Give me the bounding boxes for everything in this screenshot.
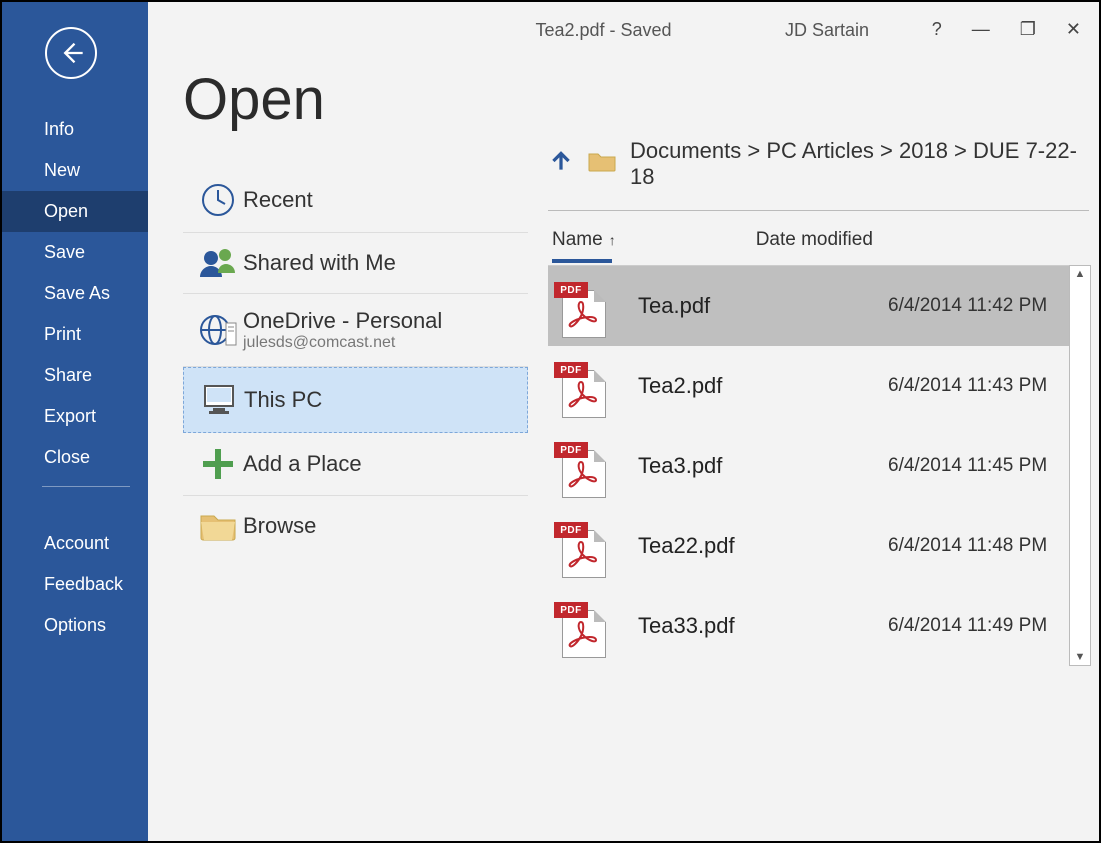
nav-item-new[interactable]: New [2,150,148,191]
location-label: Browse [243,513,316,539]
scroll-down-icon[interactable]: ▼ [1075,649,1086,665]
nav-item-save[interactable]: Save [2,232,148,273]
file-date: 6/4/2014 11:49 PM [888,615,1047,637]
file-row[interactable]: PDF Tea.pdf6/4/2014 11:42 PM [548,266,1089,346]
page-title: Open [183,66,528,133]
pdf-file-icon: PDF [554,436,610,496]
location-label: Add a Place [243,451,362,477]
location-icon [193,247,243,279]
file-name: Tea33.pdf [638,613,888,639]
location-icon [194,382,244,418]
file-date: 6/4/2014 11:43 PM [888,375,1047,397]
location-browse[interactable]: Browse [183,496,528,556]
back-button[interactable] [45,27,97,79]
close-icon[interactable]: ✕ [1066,20,1081,38]
location-this-pc[interactable]: This PC [183,367,528,433]
location-onedrive---personal[interactable]: OneDrive - Personaljulesds@comcast.net [183,294,528,367]
nav-item-feedback[interactable]: Feedback [2,564,148,605]
nav-item-close[interactable]: Close [2,437,148,478]
pdf-file-icon: PDF [554,596,610,656]
sort-asc-icon: ↑ [609,232,616,248]
up-one-level-button[interactable] [548,148,574,180]
document-title: Tea2.pdf - Saved [535,20,671,41]
restore-icon[interactable]: ❐ [1020,20,1036,38]
minimize-icon[interactable]: — [972,20,990,38]
location-icon [193,510,243,542]
location-add-a-place[interactable]: Add a Place [183,433,528,496]
help-icon[interactable]: ? [932,20,942,38]
pdf-file-icon: PDF [554,516,610,576]
pdf-file-icon: PDF [554,356,610,416]
location-shared-with-me[interactable]: Shared with Me [183,233,528,294]
backstage-sidebar: InfoNewOpenSaveSave AsPrintShareExportCl… [2,2,148,841]
location-icon [193,447,243,481]
nav-item-save-as[interactable]: Save As [2,273,148,314]
scroll-up-icon[interactable]: ▲ [1075,266,1086,282]
title-bar: Tea2.pdf - Saved JD Sartain ? — ❐ ✕ [148,12,1099,48]
file-date: 6/4/2014 11:45 PM [888,455,1047,477]
location-label: Shared with Me [243,250,396,276]
breadcrumb-bar: Documents > PC Articles > 2018 > DUE 7-2… [548,138,1089,211]
location-icon [193,182,243,218]
nav-item-info[interactable]: Info [2,109,148,150]
file-row[interactable]: PDF Tea2.pdf6/4/2014 11:43 PM [548,346,1089,426]
column-header-name[interactable]: Name↑ [552,229,616,251]
file-name: Tea.pdf [638,293,888,319]
file-date: 6/4/2014 11:48 PM [888,535,1047,557]
file-date: 6/4/2014 11:42 PM [888,295,1047,317]
breadcrumb-path[interactable]: Documents > PC Articles > 2018 > DUE 7-2… [630,138,1089,190]
file-row[interactable]: PDF Tea33.pdf6/4/2014 11:49 PM [548,586,1089,666]
file-name: Tea22.pdf [638,533,888,559]
nav-item-print[interactable]: Print [2,314,148,355]
nav-item-account[interactable]: Account [2,523,148,564]
file-row[interactable]: PDF Tea22.pdf6/4/2014 11:48 PM [548,506,1089,586]
nav-item-export[interactable]: Export [2,396,148,437]
user-name[interactable]: JD Sartain [785,20,869,41]
file-name: Tea3.pdf [638,453,888,479]
file-row[interactable]: PDF Tea3.pdf6/4/2014 11:45 PM [548,426,1089,506]
sidebar-separator [42,486,130,487]
location-label: OneDrive - Personal [243,308,442,334]
column-underline [552,259,612,263]
main-area: Tea2.pdf - Saved JD Sartain ? — ❐ ✕ Open… [148,2,1099,841]
location-label: Recent [243,187,313,213]
nav-item-options[interactable]: Options [2,605,148,646]
file-name: Tea2.pdf [638,373,888,399]
nav-item-open[interactable]: Open [2,191,148,232]
back-arrow-icon [57,39,85,67]
location-icon [193,311,243,349]
location-subtext: julesds@comcast.net [243,334,442,352]
folder-icon [588,150,616,179]
location-recent[interactable]: Recent [183,168,528,233]
scrollbar[interactable]: ▲ ▼ [1069,265,1091,666]
column-header-date[interactable]: Date modified [756,229,873,251]
pdf-file-icon: PDF [554,276,610,336]
nav-item-share[interactable]: Share [2,355,148,396]
location-label: This PC [244,387,322,413]
